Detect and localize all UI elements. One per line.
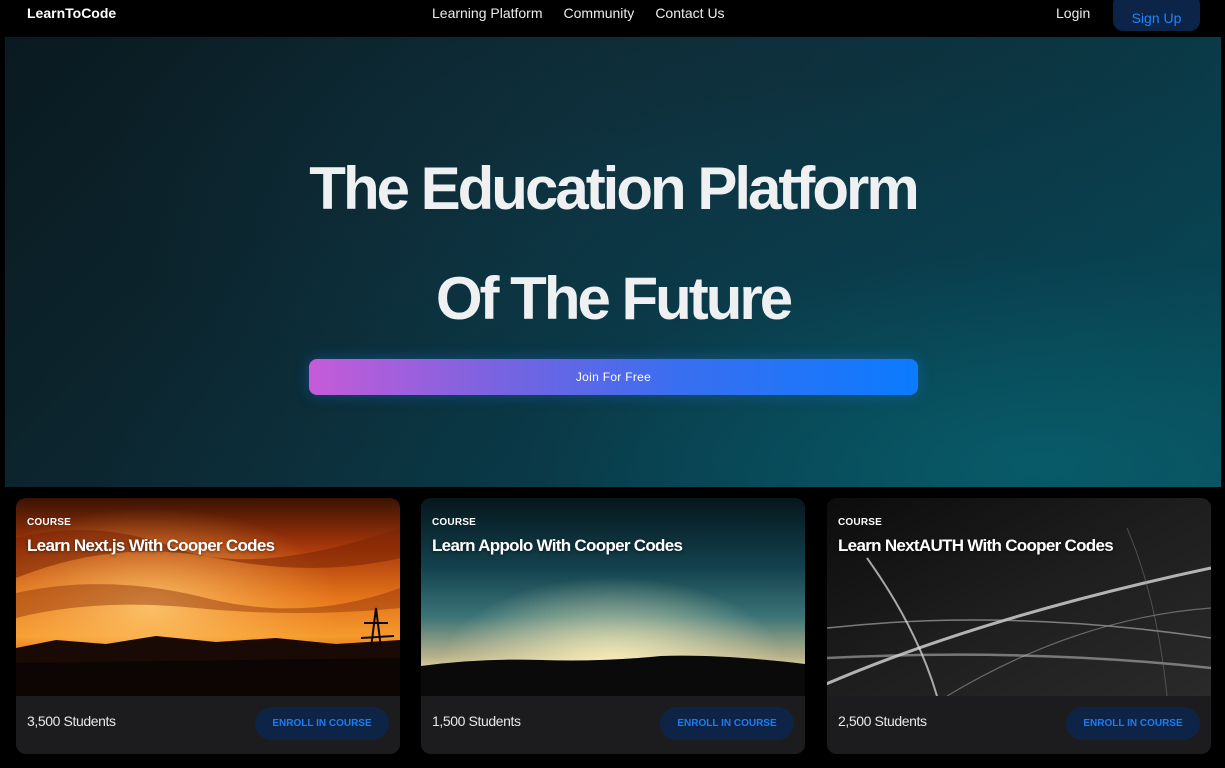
course-kicker: COURSE [432, 517, 476, 528]
nav-link-contact-us[interactable]: Contact Us [655, 5, 724, 21]
course-footer: 1,500 Students ENROLL IN COURSE [421, 696, 805, 754]
course-kicker: COURSE [27, 517, 71, 528]
nav-link-community[interactable]: Community [564, 5, 635, 21]
course-footer: 3,500 Students ENROLL IN COURSE [16, 696, 400, 754]
brand-logo[interactable]: LearnToCode [27, 5, 116, 21]
hero-title-line1: The Education Platform [309, 155, 919, 222]
hero-title-line2: Of The Future [435, 265, 793, 332]
course-students-count: 1,500 Students [432, 713, 521, 729]
enroll-button[interactable]: ENROLL IN COURSE [255, 707, 389, 740]
course-card-appolo[interactable]: COURSE Learn Appolo With Cooper Codes 1,… [421, 498, 805, 754]
course-card-nextjs[interactable]: COURSE Learn Next.js With Cooper Codes 3… [16, 498, 400, 754]
join-for-free-button[interactable]: Join For Free [309, 359, 918, 395]
course-students-count: 3,500 Students [27, 713, 116, 729]
signup-button[interactable]: Sign Up [1113, 0, 1200, 31]
course-title: Learn Next.js With Cooper Codes [27, 536, 275, 555]
course-footer: 2,500 Students ENROLL IN COURSE [827, 696, 1211, 754]
course-image-sunset [16, 498, 400, 696]
course-image-dawn [421, 498, 805, 696]
login-link[interactable]: Login [1056, 5, 1090, 21]
nav-links: Learning Platform Community Contact Us [432, 5, 725, 21]
course-kicker: COURSE [838, 517, 882, 528]
course-title: Learn Appolo With Cooper Codes [432, 536, 683, 555]
course-title: Learn NextAUTH With Cooper Codes [838, 536, 1114, 555]
hero-section: The Education Platform Of The Future Joi… [5, 37, 1221, 487]
course-image-light-streaks [827, 498, 1211, 696]
course-card-nextauth[interactable]: COURSE Learn NextAUTH With Cooper Codes … [827, 498, 1211, 754]
navbar: LearnToCode Learning Platform Community … [0, 0, 1225, 37]
enroll-button[interactable]: ENROLL IN COURSE [1066, 707, 1200, 740]
course-students-count: 2,500 Students [838, 713, 927, 729]
enroll-button[interactable]: ENROLL IN COURSE [660, 707, 794, 740]
nav-link-learning-platform[interactable]: Learning Platform [432, 5, 543, 21]
